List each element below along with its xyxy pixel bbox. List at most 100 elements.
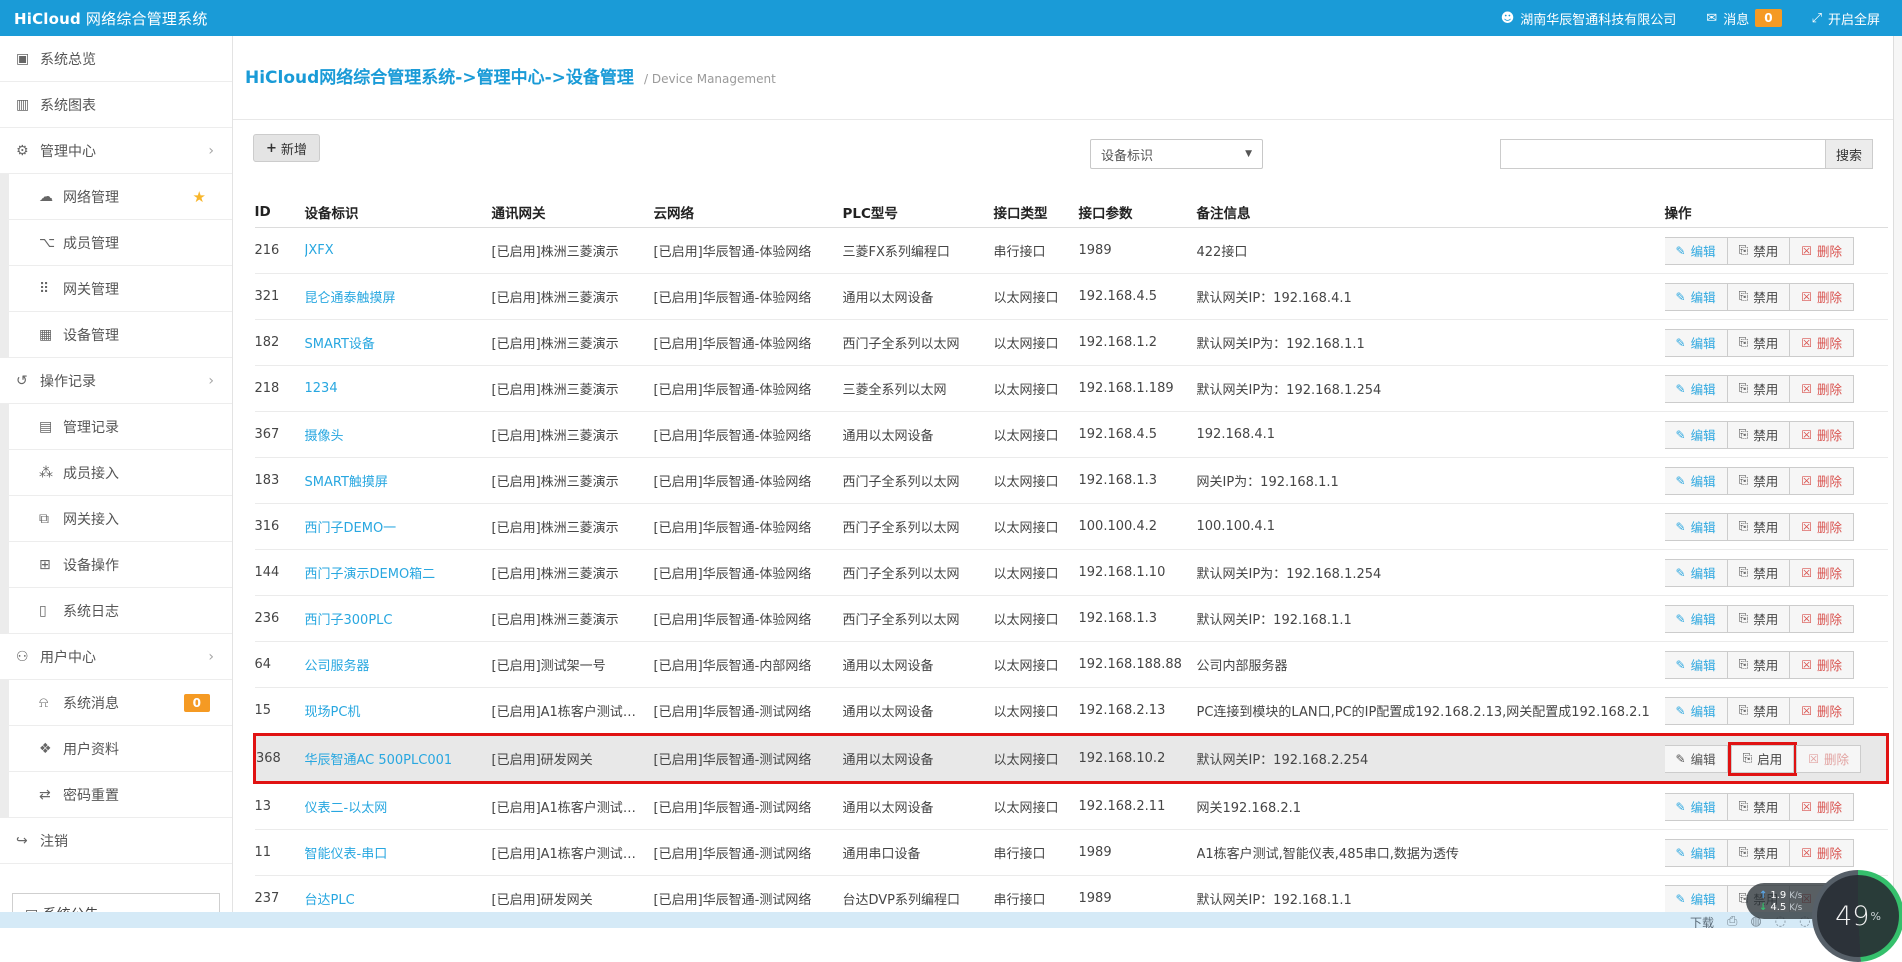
edit-button[interactable]: ✎ 编辑: [1665, 283, 1728, 311]
sidebar-item-system-logs[interactable]: ▯ 系统日志: [0, 588, 232, 634]
delete-button[interactable]: ☒ 删除: [1796, 745, 1861, 773]
sidebar-item-logout[interactable]: ↪ 注销: [0, 818, 232, 864]
delete-button[interactable]: ☒ 删除: [1789, 283, 1854, 311]
sidebar-item-member-management[interactable]: ⌥ 成员管理: [0, 220, 232, 266]
cell-gateway: [已启用]株洲三菱演示: [492, 320, 654, 366]
device-link[interactable]: SMART触摸屏: [305, 475, 388, 490]
toggle-enable-button[interactable]: ⎘ 禁用: [1727, 605, 1791, 633]
sidebar-item-operation-records[interactable]: ↺ 操作记录 ›: [0, 358, 232, 404]
toggle-button-wrap: ⎘ 禁用: [1728, 283, 1791, 311]
device-link[interactable]: 西门子300PLC: [305, 613, 393, 628]
filter-dropdown[interactable]: 设备标识 ▼: [1090, 139, 1263, 169]
toggle-enable-button[interactable]: ⎘ 禁用: [1727, 513, 1791, 541]
device-link[interactable]: SMART设备: [305, 337, 375, 352]
sidebar-item-password-reset[interactable]: ⇄ 密码重置: [0, 772, 232, 818]
edit-button[interactable]: ✎ 编辑: [1665, 793, 1728, 821]
delete-button[interactable]: ☒ 删除: [1789, 839, 1854, 867]
delete-button[interactable]: ☒ 删除: [1789, 375, 1854, 403]
device-link[interactable]: 台达PLC: [305, 893, 355, 908]
delete-button[interactable]: ☒ 删除: [1789, 697, 1854, 725]
messages-menu[interactable]: ✉ 消息 0: [1706, 9, 1781, 28]
edit-button[interactable]: ✎ 编辑: [1665, 839, 1728, 867]
search-button[interactable]: 搜索: [1825, 139, 1873, 169]
sidebar-item-system-messages[interactable]: ⍾ 系统消息 0: [0, 680, 232, 726]
device-link[interactable]: JXFX: [305, 243, 334, 258]
toggle-enable-button[interactable]: ⎘ 禁用: [1727, 237, 1791, 265]
toggle-enable-button[interactable]: ⎘ 禁用: [1727, 651, 1791, 679]
row-actions: ✎ 编辑 ⎘ 禁用 ☒ 删除: [1665, 793, 1854, 821]
delete-button[interactable]: ☒ 删除: [1789, 513, 1854, 541]
cell-id: 13: [255, 783, 305, 830]
sidebar-item-gateway-access[interactable]: ⧉ 网关接入: [0, 496, 232, 542]
sidebar-item-system-charts[interactable]: ▥ 系统图表: [0, 82, 232, 128]
edit-button[interactable]: ✎ 编辑: [1665, 885, 1728, 913]
delete-button[interactable]: ☒ 删除: [1789, 421, 1854, 449]
device-link[interactable]: 现场PC机: [305, 705, 361, 720]
sidebar-item-system-overview[interactable]: ▣ 系统总览: [0, 36, 232, 82]
sidebar-item-management-records[interactable]: ▤ 管理记录: [0, 404, 232, 450]
toggle-enable-button[interactable]: ⎘ 禁用: [1727, 467, 1791, 495]
sidebar-item-management-center[interactable]: ⚙ 管理中心 ›: [0, 128, 232, 174]
favorite-star-icon[interactable]: ★: [193, 188, 206, 206]
toggle-enable-button[interactable]: ⎘ 禁用: [1727, 559, 1791, 587]
device-link[interactable]: 西门子DEMO一: [305, 521, 397, 536]
device-link[interactable]: 华辰智通AC 500PLC001: [305, 753, 453, 768]
sidebar-item-device-management[interactable]: ▦ 设备管理: [0, 312, 232, 358]
edit-button[interactable]: ✎ 编辑: [1665, 467, 1728, 495]
enable-button[interactable]: ⎘ 启用: [1731, 745, 1795, 773]
toggle-enable-button[interactable]: ⎘ 禁用: [1727, 375, 1791, 403]
toggle-enable-button[interactable]: ⎘ 禁用: [1727, 421, 1791, 449]
sidebar-item-device-operations[interactable]: ⊞ 设备操作: [0, 542, 232, 588]
device-link[interactable]: 1234: [305, 381, 338, 396]
device-link[interactable]: 摄像头: [305, 429, 344, 444]
edit-button[interactable]: ✎ 编辑: [1665, 651, 1728, 679]
scroll-icon[interactable]: ⎙: [1727, 914, 1737, 928]
company-name: 湖南华辰智通科技有限公司: [1520, 9, 1676, 28]
toggle-icon: ⎘: [1739, 657, 1749, 672]
device-link[interactable]: 仪表二-以太网: [305, 801, 388, 816]
edit-button[interactable]: ✎ 编辑: [1665, 513, 1728, 541]
edit-button[interactable]: ✎ 编辑: [1665, 697, 1728, 725]
sidebar-item-member-access[interactable]: ⁂ 成员接入: [0, 450, 232, 496]
delete-button[interactable]: ☒ 删除: [1789, 237, 1854, 265]
edit-button[interactable]: ✎ 编辑: [1665, 559, 1728, 587]
edit-button[interactable]: ✎ 编辑: [1665, 237, 1728, 265]
edit-button[interactable]: ✎ 编辑: [1665, 745, 1728, 773]
performance-gauge[interactable]: 49 %: [1812, 870, 1902, 962]
sidebar-item-user-center[interactable]: ⚇ 用户中心 ›: [0, 634, 232, 680]
delete-button[interactable]: ☒ 删除: [1789, 329, 1854, 357]
search-input[interactable]: [1500, 139, 1825, 169]
cell-remark: 默认网关IP：192.168.4.1: [1197, 274, 1665, 320]
download-label[interactable]: 下载: [1690, 914, 1714, 928]
delete-button[interactable]: ☒ 删除: [1789, 467, 1854, 495]
toggle-enable-button[interactable]: ⎘ 禁用: [1727, 329, 1791, 357]
delete-button[interactable]: ☒ 删除: [1789, 605, 1854, 633]
edit-button[interactable]: ✎ 编辑: [1665, 421, 1728, 449]
fullscreen-button[interactable]: ⤢ 开启全屏: [1812, 9, 1880, 28]
device-link[interactable]: 智能仪表-串口: [305, 847, 388, 862]
toggle-icon: ⎘: [1739, 565, 1749, 580]
scrollbar[interactable]: [1893, 36, 1902, 928]
delete-button[interactable]: ☒ 删除: [1789, 559, 1854, 587]
sidebar-item-user-profile[interactable]: ❖ 用户资料: [0, 726, 232, 772]
device-link[interactable]: 昆仑通泰触摸屏: [305, 291, 396, 306]
sidebar-item-network-management[interactable]: ☁ 网络管理 ★: [0, 174, 232, 220]
sidebar-item-gateway-management[interactable]: ⠿ 网关管理: [0, 266, 232, 312]
add-button[interactable]: + 新增: [253, 134, 320, 162]
toggle-enable-button[interactable]: ⎘ 禁用: [1727, 697, 1791, 725]
edit-button[interactable]: ✎ 编辑: [1665, 605, 1728, 633]
device-link[interactable]: 西门子演示DEMO箱二: [305, 567, 436, 582]
company-menu[interactable]: ☻ 湖南华辰智通科技有限公司: [1501, 9, 1677, 28]
edit-button[interactable]: ✎ 编辑: [1665, 375, 1728, 403]
cell-interface-type: 以太网接口: [994, 366, 1079, 412]
delete-button[interactable]: ☒ 删除: [1789, 793, 1854, 821]
toggle-enable-button[interactable]: ⎘ 禁用: [1727, 793, 1791, 821]
edit-button[interactable]: ✎ 编辑: [1665, 329, 1728, 357]
delete-button[interactable]: ☒ 删除: [1789, 651, 1854, 679]
toggle-enable-button[interactable]: ⎘ 禁用: [1727, 283, 1791, 311]
table-row: 367 摄像头 [已启用]株洲三菱演示 [已启用]华辰智通-体验网络 通用以太网…: [255, 412, 1888, 458]
toggle-enable-button[interactable]: ⎘ 禁用: [1727, 839, 1791, 867]
device-operations-icon: ⊞: [39, 557, 63, 573]
device-link[interactable]: 公司服务器: [305, 659, 370, 674]
cell-interface-type: 串行接口: [994, 830, 1079, 876]
